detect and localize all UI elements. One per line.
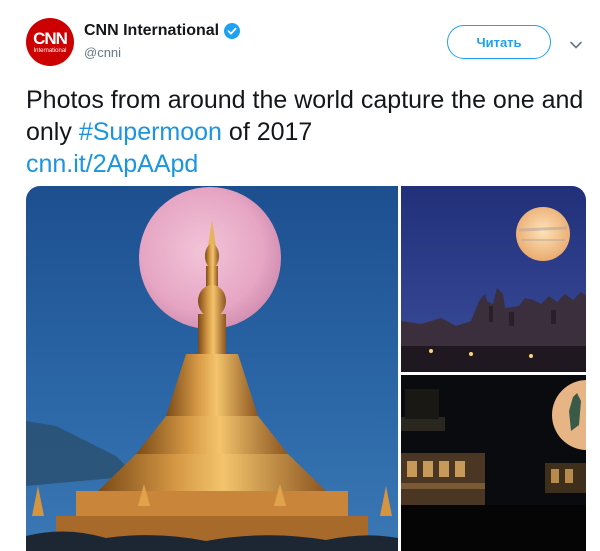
user-handle[interactable]: @cnni (84, 45, 240, 60)
verified-badge-icon (224, 23, 241, 39)
media-grid (26, 186, 586, 551)
avatar-logo-subtext: International (33, 48, 67, 54)
tweet-card: CNN International CNN International @cnn… (0, 0, 600, 551)
chevron-down-icon[interactable] (569, 37, 583, 49)
supermoon-abbey-ruins-photo[interactable] (401, 186, 586, 372)
author-info: CNN International @cnni (84, 22, 241, 60)
display-name[interactable]: CNN International (84, 22, 219, 40)
supermoon-statue-photo[interactable] (401, 375, 586, 551)
supermoon-pagoda-photo[interactable] (26, 186, 398, 551)
tweet-text-body-end: of 2017 (221, 118, 313, 146)
follow-button[interactable]: Читать (447, 25, 551, 59)
url-link[interactable]: cnn.it/2ApAApd (26, 150, 198, 178)
hashtag-link[interactable]: #Supermoon (79, 118, 222, 146)
tweet-text: Photos from around the world capture the… (26, 84, 586, 180)
avatar[interactable]: CNN International (26, 18, 74, 66)
avatar-logo-text: CNN (33, 29, 68, 48)
